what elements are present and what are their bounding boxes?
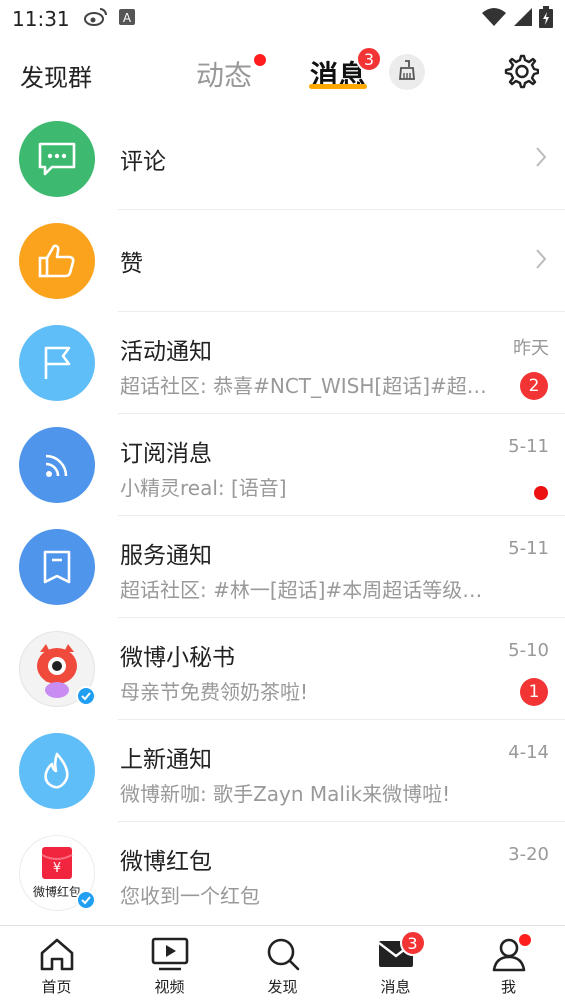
message-list: 评论 赞 活动通知 超话社区: 恭喜#NCT_WISH[超话]#超话社区入驻 昨… <box>0 108 565 924</box>
video-icon <box>150 936 190 972</box>
list-item-time: 5-11 <box>508 436 549 457</box>
list-item-title: 赞 <box>120 251 143 277</box>
active-tab-indicator <box>309 84 367 89</box>
nav-messages[interactable]: 3 消息 <box>339 926 452 1004</box>
bookmark-icon <box>19 529 95 605</box>
mail-icon: 3 <box>376 930 426 972</box>
nav-label: 首页 <box>41 978 72 996</box>
list-item-title: 订阅消息 <box>120 441 212 467</box>
battery-icon <box>539 6 553 32</box>
list-item-title: 评论 <box>120 149 166 175</box>
list-item-service[interactable]: 服务通知 超话社区: #林一[超话]#本周超话等级提升 5-11 <box>0 516 565 618</box>
list-item-subtitle: 母亲节免费领奶茶啦! <box>120 680 309 704</box>
list-item-comments[interactable]: 评论 <box>0 108 565 210</box>
bottom-nav: 首页 视频 发现 3 消息 我 <box>0 925 565 1005</box>
top-nav: 发现群 动态 消息 3 <box>0 38 565 108</box>
svg-text:¥: ¥ <box>53 861 61 876</box>
list-item-secretary[interactable]: 微博小秘书 母亲节免费领奶茶啦! 5-10 1 <box>0 618 565 720</box>
weibo-icon <box>83 7 108 31</box>
nav-home[interactable]: 首页 <box>0 926 113 1004</box>
nav-label: 视频 <box>154 978 185 996</box>
red-packet-logo-text: 微博红包 <box>32 884 81 899</box>
unread-dot <box>534 486 548 500</box>
list-item-time: 3-20 <box>508 844 549 865</box>
rss-icon <box>19 427 95 503</box>
list-item-likes[interactable]: 赞 <box>0 210 565 312</box>
search-icon <box>263 936 303 972</box>
nav-label: 我 <box>500 978 516 996</box>
list-item-subtitle: 您收到一个红包 <box>120 884 260 908</box>
gear-icon <box>503 53 540 93</box>
broom-icon <box>396 59 418 85</box>
unread-badge: 2 <box>520 372 548 400</box>
list-item-title: 微博小秘书 <box>120 645 235 671</box>
list-item-time: 昨天 <box>513 338 549 359</box>
tab-dynamic[interactable]: 动态 <box>196 54 252 94</box>
verified-badge-icon <box>76 686 96 706</box>
list-item-activity[interactable]: 活动通知 超话社区: 恭喜#NCT_WISH[超话]#超话社区入驻 昨天 2 <box>0 312 565 414</box>
signal-icon <box>513 7 533 31</box>
chevron-right-icon <box>535 248 547 274</box>
chevron-right-icon <box>535 146 547 172</box>
flag-icon <box>19 325 95 401</box>
settings-button[interactable] <box>502 54 540 92</box>
tab-messages-badge: 3 <box>356 46 382 72</box>
list-item-new-arrival[interactable]: 上新通知 微博新咖: 歌手Zayn Malik来微博啦! 4-14 <box>0 720 565 822</box>
list-item-title: 微博红包 <box>120 849 212 875</box>
nav-messages-badge: 3 <box>399 930 426 956</box>
comment-icon <box>19 121 95 197</box>
list-item-time: 5-11 <box>508 538 549 559</box>
list-item-title: 活动通知 <box>120 339 212 365</box>
list-item-title: 服务通知 <box>120 543 212 569</box>
status-bar: 11:31 A <box>0 0 565 38</box>
list-item-subtitle: 微博新咖: 歌手Zayn Malik来微博啦! <box>120 782 451 806</box>
flame-icon <box>19 733 95 809</box>
list-item-time: 4-14 <box>508 742 549 763</box>
nav-video[interactable]: 视频 <box>113 926 226 1004</box>
wifi-icon <box>481 7 507 31</box>
nav-profile[interactable]: 我 <box>452 926 565 1004</box>
list-item-time: 5-10 <box>508 640 549 661</box>
nav-label: 消息 <box>380 978 411 996</box>
discover-group-button[interactable]: 发现群 <box>20 58 92 93</box>
a-notification-icon: A <box>118 8 136 30</box>
status-time: 11:31 <box>12 7 70 31</box>
list-item-title: 上新通知 <box>120 747 212 773</box>
svg-text:A: A <box>123 11 132 25</box>
unread-badge: 1 <box>520 678 548 706</box>
nav-profile-dot <box>518 934 531 946</box>
thumbs-up-icon <box>19 223 95 299</box>
clean-button[interactable] <box>389 54 425 90</box>
list-item-subtitle: 超话社区: #林一[超话]#本周超话等级提升 <box>120 578 492 602</box>
profile-icon <box>489 934 531 972</box>
list-item-red-packet[interactable]: ¥ 微博红包 微博红包 您收到一个红包 3-20 <box>0 822 565 924</box>
verified-badge-icon <box>76 890 96 910</box>
nav-label: 发现 <box>267 978 298 996</box>
list-item-subtitle: 超话社区: 恭喜#NCT_WISH[超话]#超话社区入驻 <box>120 374 492 398</box>
tab-dynamic-dot <box>254 54 266 66</box>
nav-discover[interactable]: 发现 <box>226 926 339 1004</box>
list-item-subtitle: 小精灵real: [语音] <box>120 476 287 500</box>
home-icon <box>37 936 77 972</box>
list-item-subscription[interactable]: 订阅消息 小精灵real: [语音] 5-11 <box>0 414 565 516</box>
